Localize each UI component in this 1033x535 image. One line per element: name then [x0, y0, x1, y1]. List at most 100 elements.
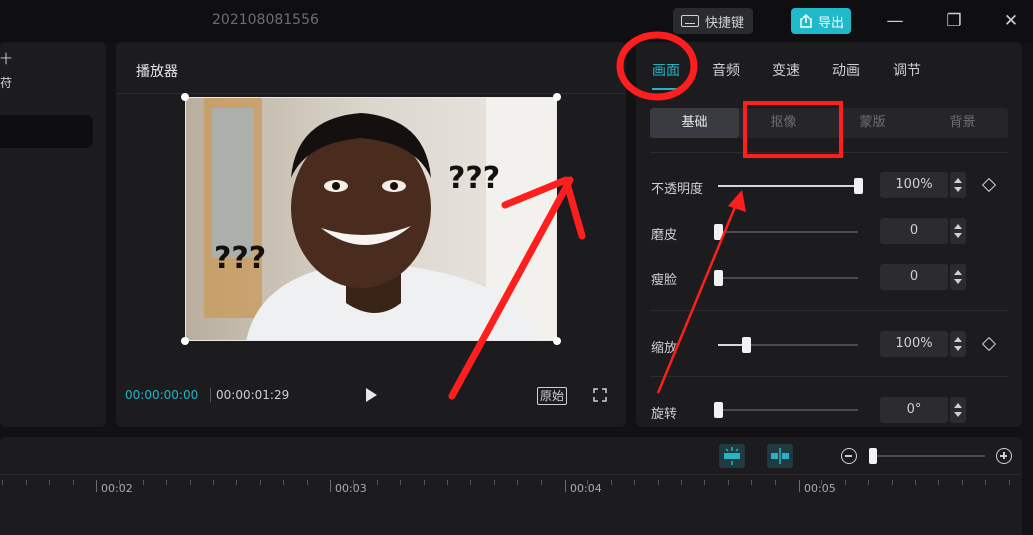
smooth-skin-slider-thumb[interactable] — [714, 224, 723, 240]
time-separator — [210, 388, 211, 402]
media-panel: 十 苻 — [0, 42, 106, 427]
scale-slider-thumb[interactable] — [742, 337, 751, 353]
ruler-minor-tick — [49, 480, 50, 485]
subtab-bar: 基础 抠像 蒙版 背景 — [650, 108, 1008, 138]
close-icon: ✕ — [1003, 11, 1019, 31]
close-button[interactable]: ✕ — [997, 8, 1025, 34]
auto-snap-button[interactable] — [719, 444, 745, 468]
ruler-minor-tick — [283, 480, 284, 485]
zoom-in-icon[interactable] — [996, 448, 1012, 464]
linkage-button[interactable] — [767, 444, 793, 468]
current-time: 00:00:00:00 — [125, 388, 199, 402]
ruler-minor-tick — [821, 480, 822, 485]
snap-icon — [724, 447, 740, 465]
ruler-minor-tick — [868, 480, 869, 485]
keyframe-icon[interactable] — [981, 177, 997, 193]
ruler-label: 00:04 — [570, 482, 602, 495]
opacity-stepper[interactable] — [950, 172, 966, 198]
subtab-chroma-key[interactable]: 抠像 — [739, 108, 828, 138]
slim-face-slider-thumb[interactable] — [714, 270, 723, 286]
minimize-button[interactable]: — — [881, 8, 909, 34]
ruler-minor-tick — [236, 480, 237, 485]
total-time: 00:00:01:29 — [216, 388, 290, 402]
player-title: 播放器 — [136, 64, 178, 80]
ruler-minor-tick — [728, 480, 729, 485]
ruler-minor-tick — [377, 480, 378, 485]
export-button[interactable]: 导出 — [791, 8, 851, 34]
tab-picture[interactable]: 画面 — [652, 60, 680, 90]
ruler-label: 00:02 — [101, 482, 133, 495]
ruler-major-tick — [96, 480, 97, 492]
original-ratio-button[interactable]: 原始 — [537, 387, 568, 405]
resize-handle[interactable] — [553, 93, 561, 101]
opacity-slider-thumb[interactable] — [854, 178, 863, 194]
resize-handle[interactable] — [181, 337, 189, 345]
ruler-minor-tick — [541, 480, 542, 485]
slim-face-stepper[interactable] — [950, 264, 966, 290]
play-icon[interactable] — [366, 388, 377, 402]
smooth-skin-slider[interactable] — [714, 224, 858, 240]
subtab-basic[interactable]: 基础 — [650, 108, 739, 138]
rotation-stepper[interactable] — [950, 397, 966, 423]
ruler-major-tick — [330, 480, 331, 492]
export-icon — [800, 14, 812, 28]
subtab-background[interactable]: 背景 — [918, 108, 1007, 138]
title-bar: 202108081556 快捷键 导出 — ❐ ✕ — [0, 0, 1033, 42]
media-panel-label-fragment: 苻 — [0, 76, 13, 90]
ruler-minor-tick — [213, 480, 214, 485]
subtab-mask[interactable]: 蒙版 — [828, 108, 917, 138]
shortcut-button[interactable]: 快捷键 — [673, 8, 753, 34]
ruler-major-tick — [565, 480, 566, 492]
ruler-minor-tick — [190, 480, 191, 485]
smooth-skin-value[interactable]: 0 — [880, 218, 948, 244]
slim-face-slider[interactable] — [714, 270, 858, 286]
preview-text: ??? — [448, 161, 500, 196]
ruler-minor-tick — [517, 480, 518, 485]
video-preview[interactable]: ??? ??? — [185, 97, 557, 341]
timeline-zoom-thumb[interactable] — [869, 448, 877, 464]
media-search-input[interactable] — [0, 115, 93, 148]
smooth-skin-stepper[interactable] — [950, 218, 966, 244]
minimize-icon: — — [886, 11, 904, 31]
resize-handle[interactable] — [181, 93, 189, 101]
rotation-slider-thumb[interactable] — [714, 402, 723, 418]
fullscreen-icon[interactable] — [593, 388, 607, 402]
ruler-minor-tick — [775, 480, 776, 485]
scale-label: 缩放 — [651, 341, 678, 356]
scale-value[interactable]: 100% — [880, 331, 948, 357]
ruler-major-tick — [799, 480, 800, 492]
media-panel-label-fragment: 十 — [0, 52, 13, 66]
ruler-minor-tick — [704, 480, 705, 485]
rotation-slider[interactable] — [714, 402, 858, 418]
export-label: 导出 — [818, 15, 845, 31]
ruler-minor-tick — [400, 480, 401, 485]
keyframe-icon[interactable] — [981, 336, 997, 352]
timeline-ruler[interactable]: 00:02 00:03 00:04 00:05 — [0, 475, 1022, 495]
ruler-minor-tick — [751, 480, 752, 485]
ruler-minor-tick — [119, 480, 120, 485]
rotation-value[interactable]: 0° — [880, 397, 948, 423]
resize-handle[interactable] — [553, 337, 561, 345]
ruler-minor-tick — [447, 480, 448, 485]
smooth-skin-label: 磨皮 — [651, 228, 678, 243]
ruler-minor-tick — [658, 480, 659, 485]
timeline-zoom-slider[interactable] — [869, 448, 985, 464]
scale-slider[interactable] — [718, 337, 858, 353]
tab-animation[interactable]: 动画 — [832, 60, 860, 80]
shortcut-label: 快捷键 — [705, 15, 745, 31]
zoom-out-icon[interactable] — [841, 448, 857, 464]
tab-adjust[interactable]: 调节 — [893, 60, 921, 80]
opacity-slider-fill — [718, 185, 858, 187]
scale-stepper[interactable] — [950, 331, 966, 357]
divider — [650, 310, 1008, 311]
tab-audio[interactable]: 音频 — [712, 60, 740, 80]
opacity-slider[interactable] — [718, 178, 863, 194]
tab-speed[interactable]: 变速 — [772, 60, 800, 80]
ruler-minor-tick — [634, 480, 635, 485]
maximize-button[interactable]: ❐ — [940, 8, 968, 34]
ruler-minor-tick — [962, 480, 963, 485]
slim-face-value[interactable]: 0 — [880, 264, 948, 290]
opacity-value[interactable]: 100% — [880, 172, 948, 198]
ruler-minor-tick — [845, 480, 846, 485]
preview-image: ??? ??? — [186, 98, 556, 340]
